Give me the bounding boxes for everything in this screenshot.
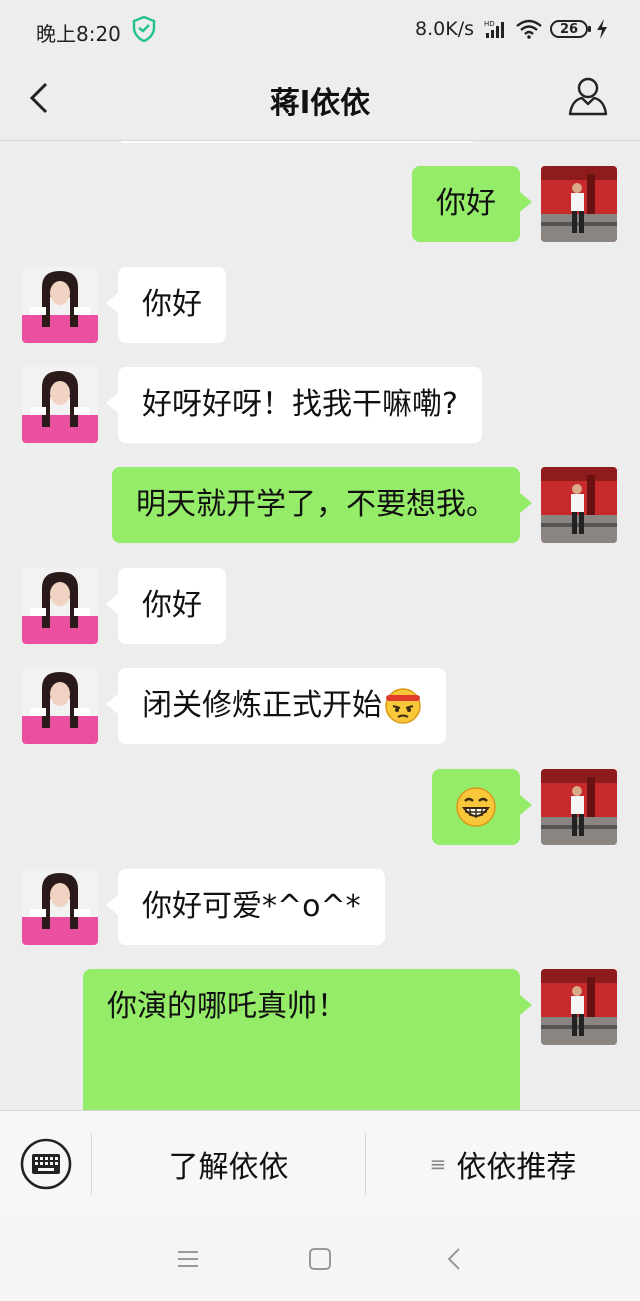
back-icon[interactable]: [440, 1244, 470, 1274]
message-text: 明天就开学了，不要想我。: [136, 487, 496, 522]
menu-item-label: 依依推荐: [456, 1150, 577, 1185]
avatar-image: [541, 166, 617, 242]
message-bubble[interactable]: [432, 769, 532, 845]
home-icon[interactable]: [305, 1244, 335, 1274]
message-row-outgoing: [0, 769, 640, 849]
system-nav-bar: [0, 1216, 640, 1301]
avatar-image: [541, 467, 617, 543]
avatar-image: [22, 568, 98, 644]
network-speed: 8.0K/s: [415, 18, 474, 40]
menu-item-about[interactable]: 了解依依: [92, 1111, 365, 1217]
chat-message-list[interactable]: 你好 你好 好呀好呀！找我干嘛嘞? 明天就开学了，不要想我。 你好 闭关修炼正式…: [0, 141, 640, 1110]
avatar-image: [22, 267, 98, 343]
chat-header: 蒋l依依: [0, 60, 640, 141]
avatar-image: [22, 367, 98, 443]
message-text: 好呀好呀！找我干嘛嘞?: [142, 387, 458, 422]
svg-text:HD: HD: [484, 20, 495, 28]
battery-icon: 26: [550, 20, 591, 38]
page-title: 蒋l依依: [269, 86, 371, 121]
message-row-outgoing: 你好: [0, 166, 640, 246]
status-bar: 晚上8:20 8.0K/s HD 26: [0, 0, 640, 60]
message-bubble[interactable]: 你演的哪吒真帅！: [83, 969, 532, 1110]
avatar-image: [541, 969, 617, 1045]
message-row-incoming: 闭关修炼正式开始: [0, 668, 640, 748]
contact-avatar[interactable]: [22, 367, 98, 443]
message-bubble[interactable]: 你好可爱*^o^*: [106, 869, 385, 945]
message-row-incoming: 你好: [0, 568, 640, 648]
contact-avatar[interactable]: [22, 267, 98, 343]
my-avatar[interactable]: [541, 769, 617, 845]
status-time: 晚上8:20: [36, 22, 121, 46]
message-text: 闭关修炼正式开始: [142, 688, 382, 723]
contact-avatar[interactable]: [22, 668, 98, 744]
hd-signal-icon: HD: [484, 20, 504, 38]
message-row-incoming: 好呀好呀！找我干嘛嘞?: [0, 367, 640, 447]
charging-icon: [597, 19, 607, 39]
determined-face-emoji: [385, 688, 421, 724]
menu-icon[interactable]: [173, 1244, 203, 1274]
message-bubble[interactable]: 你好: [106, 267, 226, 343]
contact-avatar[interactable]: [22, 869, 98, 945]
message-row-incoming: 你好: [0, 267, 640, 347]
message-row-incoming: 你好可爱*^o^*: [0, 869, 640, 949]
message-row-outgoing: 你演的哪吒真帅！: [0, 969, 640, 1110]
message-bubble[interactable]: 闭关修炼正式开始: [106, 668, 446, 744]
battery-level: 26: [559, 21, 579, 37]
message-text: 你好: [436, 186, 496, 221]
message-bubble[interactable]: 你好: [412, 166, 532, 242]
status-right-group: 8.0K/s HD 26: [415, 18, 608, 40]
avatar-image: [541, 769, 617, 845]
shield-icon: [132, 16, 156, 42]
my-avatar[interactable]: [541, 166, 617, 242]
message-bubble[interactable]: 你好: [106, 568, 226, 644]
wifi-icon: [516, 19, 542, 39]
menu-item-label: 了解依依: [168, 1150, 289, 1185]
avatar-image: [22, 869, 98, 945]
grinning-face-emoji: [456, 787, 496, 827]
person-icon[interactable]: [566, 74, 610, 118]
keyboard-icon[interactable]: [20, 1138, 72, 1190]
message-bubble[interactable]: 好呀好呀！找我干嘛嘞?: [106, 367, 482, 443]
contact-avatar[interactable]: [22, 568, 98, 644]
message-text: 你演的哪吒真帅！: [107, 989, 347, 1024]
chevron-left-icon[interactable]: [20, 78, 60, 118]
message-text: 你好可爱*^o^*: [142, 889, 361, 924]
message-bubble[interactable]: 明天就开学了，不要想我。: [112, 467, 532, 543]
message-text: 你好: [142, 287, 202, 322]
submenu-icon: ≡: [429, 1152, 447, 1176]
message-text: 你好: [142, 588, 202, 623]
message-row-outgoing: 明天就开学了，不要想我。: [0, 467, 640, 547]
official-account-menu: 了解依依 ≡ 依依推荐: [0, 1110, 640, 1217]
previous-message-edge: [120, 141, 474, 143]
avatar-image: [22, 668, 98, 744]
my-avatar[interactable]: [541, 467, 617, 543]
my-avatar[interactable]: [541, 969, 617, 1045]
menu-item-recommend[interactable]: ≡ 依依推荐: [366, 1111, 640, 1217]
